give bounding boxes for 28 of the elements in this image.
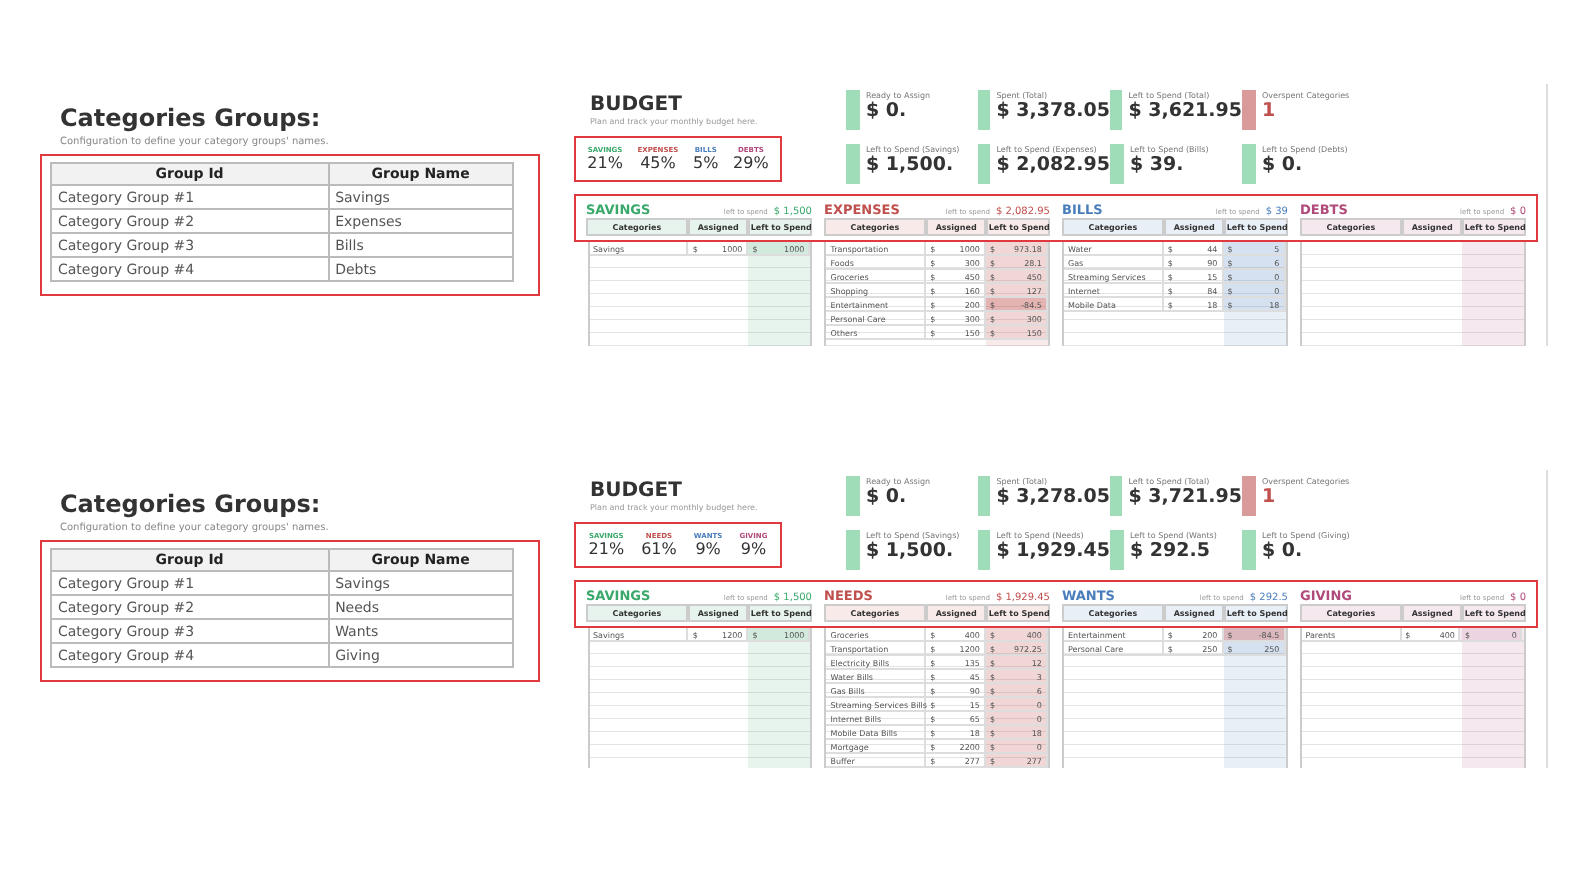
card-value: $ 0. bbox=[1262, 154, 1305, 176]
budget-title: BUDGET bbox=[590, 480, 684, 502]
card-value: $ 292.5 bbox=[1130, 540, 1212, 562]
share-value: 9% bbox=[740, 540, 767, 558]
card-value: $ 3,721.95 bbox=[1128, 486, 1242, 508]
card-value: $ 1,500. bbox=[866, 540, 956, 562]
share-value: 45% bbox=[640, 154, 676, 172]
card-value: $ 39. bbox=[1130, 154, 1186, 176]
card-value: $ 3,621.95 bbox=[1128, 100, 1242, 122]
share-value: 21% bbox=[587, 154, 623, 172]
share-value: 29% bbox=[733, 154, 769, 172]
card-value: $ 3,278.05 bbox=[996, 486, 1110, 508]
card-value: 1 bbox=[1262, 486, 1278, 508]
card-value: $ 0. bbox=[866, 486, 909, 508]
share-value: 9% bbox=[695, 540, 721, 558]
share-value: 21% bbox=[588, 540, 625, 558]
budget-title: BUDGET bbox=[590, 94, 684, 116]
card-value: $ 1,500. bbox=[866, 154, 956, 176]
card-value: 1 bbox=[1262, 100, 1278, 122]
card-value: $ 2,082.95 bbox=[996, 154, 1110, 176]
share-value: 5% bbox=[693, 154, 719, 172]
card-value: $ 0. bbox=[1262, 540, 1305, 562]
section-title: Categories Groups: bbox=[60, 490, 323, 518]
card-value: $ 3,378.05 bbox=[996, 100, 1110, 122]
card-value: $ 1,929.45 bbox=[996, 540, 1110, 562]
section-title: Categories Groups: bbox=[60, 104, 323, 132]
card-value: $ 0. bbox=[866, 100, 909, 122]
share-value: 61% bbox=[641, 540, 677, 558]
